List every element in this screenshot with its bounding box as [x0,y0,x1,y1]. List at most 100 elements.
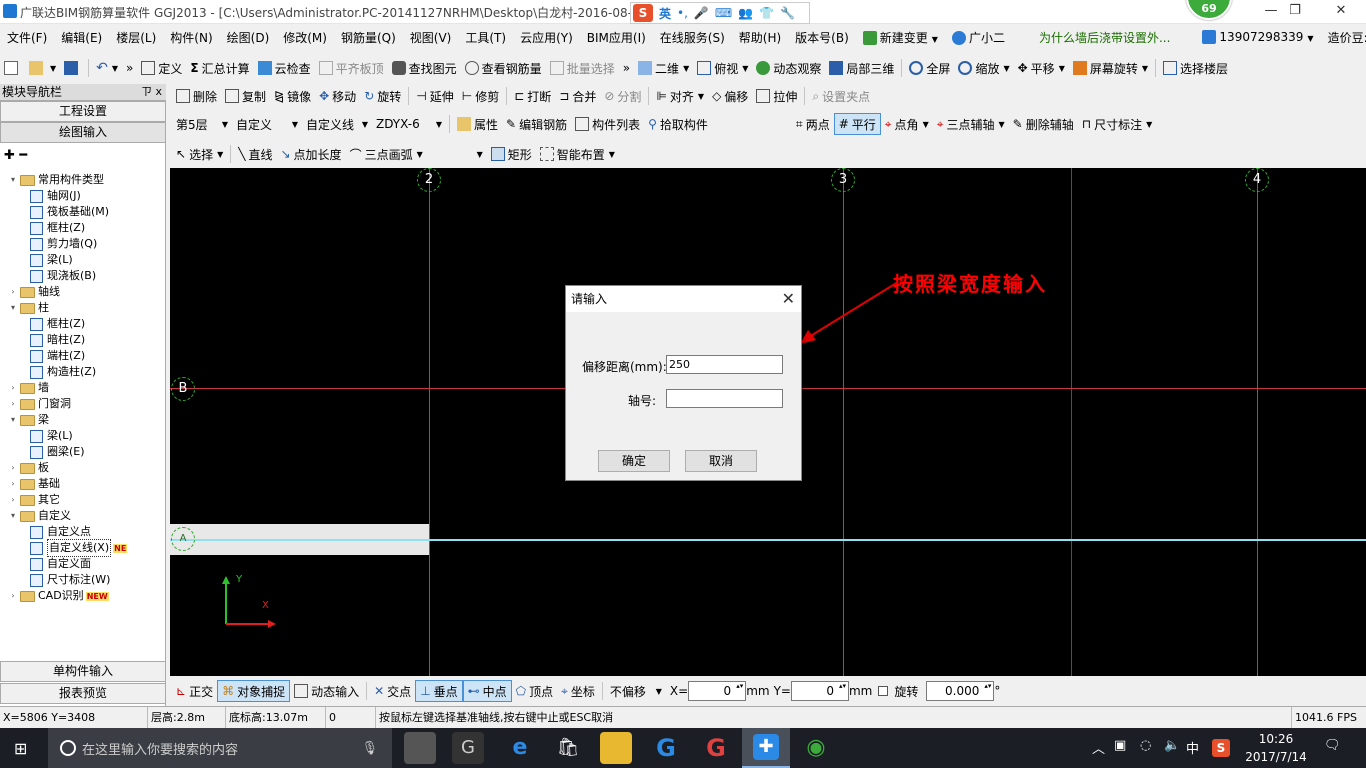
expand-icon[interactable]: › [8,396,18,412]
new-file-button[interactable] [0,57,25,79]
arc-mode-select[interactable]: ▼ [427,144,487,164]
zoom-dropdown[interactable]: 缩放 ▼ [954,57,1013,79]
dialog-close-icon[interactable]: ✕ [782,286,795,312]
axis-number-input[interactable] [666,389,783,408]
user-icon[interactable]: 👥 [738,6,753,20]
tree-item[interactable]: 框柱(Z) [30,220,85,236]
batch-select-button[interactable]: 批量选择 [546,57,619,79]
close-button[interactable]: ✕ [1318,0,1364,24]
select-floor-button[interactable]: 选择楼层 [1159,57,1232,79]
punctuation-icon[interactable]: •, [677,6,688,20]
three-point-aux-button[interactable]: ⌖ 三点辅轴 ▼ [933,113,1009,135]
tray-app-icon[interactable]: ▣ [1114,738,1126,753]
tree-item[interactable]: › 其它 [8,492,60,508]
collapse-icon[interactable]: ▾ [8,508,18,524]
tree-item[interactable]: › 门窗洞 [8,396,71,412]
notification-icon[interactable]: 🗨 [1324,738,1341,753]
cancel-button[interactable]: 取消 [685,450,757,472]
tray-ime[interactable]: 中 [1186,738,1199,757]
menu-item-9[interactable]: 云应用(Y) [513,29,580,46]
tree-item[interactable]: › 板 [8,460,49,476]
menu-item-11[interactable]: 在线服务(S) [653,29,732,46]
tree-item[interactable]: ▾ 柱 [8,300,49,316]
edit-rebar-button[interactable]: ✎ 编辑钢筋 [502,113,571,135]
tree-item[interactable]: 梁(L) [30,428,73,444]
save-button[interactable] [60,57,85,79]
assistant-menu[interactable]: 广小二 [945,29,1012,46]
tree-item[interactable]: › 轴线 [8,284,60,300]
menu-item-1[interactable]: 编辑(E) [54,29,109,46]
point-length-button[interactable]: ↘ 点加长度 [276,143,345,165]
ggj-active-app[interactable]: ✚ [742,728,790,768]
merge-button[interactable]: ⊐ 合并 [555,85,600,107]
expand-icon[interactable]: › [8,492,18,508]
move-button[interactable]: ✥ 移动 [315,85,360,107]
collapse-icon[interactable]: ▾ [8,412,18,428]
set-grip-button[interactable]: ⌕ 设置夹点 [808,85,874,107]
menu-item-5[interactable]: 修改(M) [276,29,334,46]
view-rebar-button[interactable]: 查看钢筋量 [461,57,546,79]
rect-button[interactable]: 矩形 [487,143,536,165]
tree-item[interactable]: 剪力墙(Q) [30,236,97,252]
drawing-input-button[interactable]: 绘图输入 [0,122,166,143]
tree-item[interactable]: 现浇板(B) [30,268,96,284]
question-link[interactable]: 为什么墙后浇带设置外... [1032,29,1177,46]
maximize-button[interactable]: ❐ [1272,0,1318,24]
tree-item[interactable]: ▾ 常用构件类型 [8,172,104,188]
report-preview-button[interactable]: 报表预览 [0,683,166,704]
single-input-button[interactable]: 单构件输入 [0,661,166,682]
menu-item-3[interactable]: 构件(N) [163,29,219,46]
tray-chevron-icon[interactable]: ︿ [1092,738,1105,757]
intersection-toggle[interactable]: ✕ 交点 [370,680,415,702]
y-input[interactable]: 0 [790,681,849,701]
type-select[interactable]: 自定义线 ▼ [302,114,372,134]
expand-icon[interactable]: › [8,588,18,604]
menu-item-8[interactable]: 工具(T) [458,29,513,46]
menu-item-6[interactable]: 钢筋量(Q) [334,29,403,46]
tree-item[interactable]: › 基础 [8,476,60,492]
tree-item[interactable]: 自定义面 [30,556,91,572]
menu-item-7[interactable]: 视图(V) [403,29,459,46]
file-explorer-icon[interactable] [600,732,632,764]
flush-top-button[interactable]: 平齐板顶 [315,57,388,79]
coord-toggle[interactable]: ⌖ 坐标 [557,680,599,702]
pick-button[interactable]: ⚲ 拾取构件 [644,113,712,135]
expand-icon[interactable]: › [8,476,18,492]
phone-account[interactable]: 13907298339 ▼ [1195,30,1320,45]
extend-button[interactable]: ⊣ 延伸 [412,85,457,107]
define-button[interactable]: 定义 [137,57,186,79]
stretch-button[interactable]: 拉伸 [752,85,801,107]
rotate-checkbox[interactable] [878,686,889,696]
menu-item-2[interactable]: 楼层(L) [109,29,163,46]
sogou-tray-icon[interactable]: S [1212,739,1230,757]
mirror-button[interactable]: ⧎ 镜像 [270,85,315,107]
shirt-icon[interactable]: 👕 [759,6,774,20]
windows-start-icon[interactable]: ⊞ [14,739,27,758]
dyn-input-toggle[interactable]: 动态输入 [290,680,363,702]
arc-dropdown[interactable]: ⌒ 三点画弧 ▼ [346,143,427,165]
keyboard-icon[interactable]: ⌨ [715,6,732,20]
open-button[interactable]: ▼ [25,57,60,79]
delete-aux-button[interactable]: ✎ 删除辅轴 [1009,113,1078,135]
new-change-menu[interactable]: 新建变更 ▼ [856,29,945,46]
expand-collapse-icons[interactable]: ✚ ━ [4,148,27,163]
tree-item[interactable]: 框柱(Z) [30,316,85,332]
select-button[interactable]: ↖ 选择 ▼ [172,143,227,165]
overflow-button[interactable]: » [122,57,137,79]
menu-item-4[interactable]: 绘图(D) [220,29,277,46]
score-badge[interactable]: 69 [1186,0,1232,20]
tree-item[interactable]: 暗柱(Z) [30,332,85,348]
tree-item[interactable]: › 墙 [8,380,49,396]
tree-item[interactable]: 尺寸标注(W) [30,572,110,588]
rotate-button[interactable]: ↻ 旋转 [360,85,405,107]
midpoint-toggle[interactable]: ⊷ 中点 [462,680,512,702]
local3d-button[interactable]: 局部三维 [825,57,898,79]
volume-icon[interactable]: 🔈 [1164,738,1180,753]
name-select[interactable]: ZDYX-6 ▼ [372,114,446,134]
expand-icon[interactable]: › [8,284,18,300]
trim-button[interactable]: ⊢ 修剪 [458,85,503,107]
x-input[interactable]: 0 [688,681,747,701]
parallel-button[interactable]: # 平行 [833,113,881,135]
split-button[interactable]: ⊘ 分割 [600,85,645,107]
cloud-check-button[interactable]: 云检查 [254,57,315,79]
